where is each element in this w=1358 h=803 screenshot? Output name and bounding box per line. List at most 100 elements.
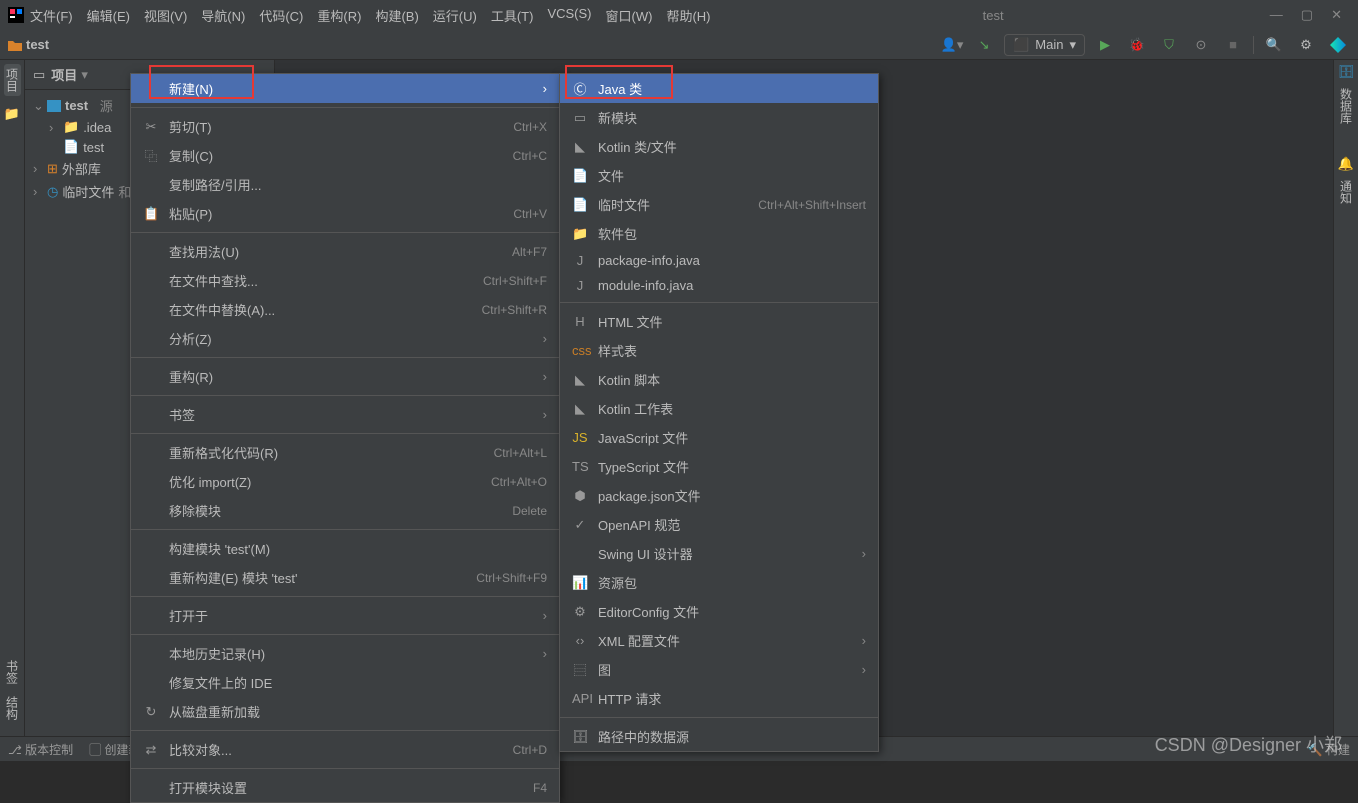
folder-tab-icon[interactable]: 📁 — [4, 106, 20, 122]
new-xml-config[interactable]: ‹›XML 配置文件› — [560, 626, 878, 655]
folder-icon: 📁 — [63, 119, 79, 135]
new-scratch[interactable]: 📄临时文件Ctrl+Alt+Shift+Insert — [560, 190, 878, 219]
menu-tools[interactable]: 工具(T) — [485, 2, 540, 29]
file-icon: 📄 — [63, 139, 79, 155]
search-icon[interactable]: 🔍 — [1262, 33, 1286, 57]
new-kotlin-script[interactable]: ◣Kotlin 脚本 — [560, 365, 878, 394]
stop-icon: ⬛ — [1013, 37, 1029, 53]
chevron-down-icon: ▾ — [1069, 37, 1076, 53]
new-package-info[interactable]: Jpackage-info.java — [560, 248, 878, 273]
module-icon — [47, 100, 61, 112]
ctx-repair-ide[interactable]: 修复文件上的 IDE — [131, 668, 559, 697]
menu-refactor[interactable]: 重构(R) — [311, 2, 367, 29]
ctx-open-in[interactable]: 打开于› — [131, 601, 559, 630]
settings-gear-icon[interactable]: ⚙ — [1294, 33, 1318, 57]
ctx-replace-in-files[interactable]: 在文件中替换(A)...Ctrl+Shift+R — [131, 295, 559, 324]
new-file[interactable]: 📄文件 — [560, 161, 878, 190]
status-vcs[interactable]: ⎇ 版本控制 — [8, 741, 73, 758]
new-image[interactable]: ⿳图› — [560, 655, 878, 684]
structure-tab[interactable]: 结构 — [4, 692, 21, 724]
ctx-delete-module[interactable]: 移除模块Delete — [131, 496, 559, 525]
ctx-reload-disk[interactable]: ↻从磁盘重新加载 — [131, 697, 559, 726]
new-resource-bundle[interactable]: 📊资源包 — [560, 568, 878, 597]
new-datasource[interactable]: 🗄路径中的数据源 — [560, 722, 878, 751]
watermark: CSDN @Designer 小郑 — [1155, 731, 1342, 757]
menu-navigate[interactable]: 导航(N) — [195, 2, 251, 29]
new-stylesheet[interactable]: css样式表 — [560, 336, 878, 365]
new-module-info[interactable]: Jmodule-info.java — [560, 273, 878, 298]
toolbox-icon[interactable] — [1326, 33, 1350, 57]
ctx-bookmark[interactable]: 书签› — [131, 400, 559, 429]
scratch-icon: ◷ — [47, 184, 58, 200]
menu-run[interactable]: 运行(U) — [427, 2, 483, 29]
new-openapi[interactable]: ✓OpenAPI 规范 — [560, 510, 878, 539]
menu-file[interactable]: 文件(F) — [24, 2, 79, 29]
stop-button-icon[interactable]: ■ — [1221, 33, 1245, 57]
ctx-new[interactable]: 新建(N)› — [131, 74, 559, 103]
menu-build[interactable]: 构建(B) — [369, 2, 424, 29]
run-icon[interactable]: ▶ — [1093, 33, 1117, 57]
new-module[interactable]: ▭新模块 — [560, 103, 878, 132]
hammer-build-icon[interactable]: ↘ — [972, 33, 996, 57]
breadcrumb[interactable]: test — [8, 37, 49, 52]
library-icon: ⊞ — [47, 161, 58, 177]
new-kotlin-worksheet[interactable]: ◣Kotlin 工作表 — [560, 394, 878, 423]
ctx-module-settings[interactable]: 打开模块设置F4 — [131, 773, 559, 802]
ctx-find-in-files[interactable]: 在文件中查找...Ctrl+Shift+F — [131, 266, 559, 295]
ctx-local-history[interactable]: 本地历史记录(H)› — [131, 639, 559, 668]
ctx-cut[interactable]: ✂剪切(T)Ctrl+X — [131, 112, 559, 141]
ctx-copy-path[interactable]: 复制路径/引用... — [131, 170, 559, 199]
menu-help[interactable]: 帮助(H) — [660, 2, 716, 29]
ctx-rebuild-module[interactable]: 重新构建(E) 模块 'test'Ctrl+Shift+F9 — [131, 563, 559, 592]
project-view-icon: ▭ — [33, 67, 45, 83]
menu-view[interactable]: 视图(V) — [138, 2, 193, 29]
breadcrumb-root: test — [26, 37, 49, 52]
ctx-reformat[interactable]: 重新格式化代码(R)Ctrl+Alt+L — [131, 438, 559, 467]
database-icon[interactable]: 🗄 — [1338, 64, 1355, 80]
ctx-refactor[interactable]: 重构(R)› — [131, 362, 559, 391]
database-tab[interactable]: 数据库 — [1338, 84, 1355, 128]
new-java-class[interactable]: ⒸJava 类 — [560, 74, 878, 103]
new-http-request[interactable]: APIHTTP 请求 — [560, 684, 878, 713]
new-editorconfig[interactable]: ⚙EditorConfig 文件 — [560, 597, 878, 626]
ctx-paste[interactable]: 📋粘贴(P)Ctrl+V — [131, 199, 559, 228]
run-config-selector[interactable]: ⬛ Main ▾ — [1004, 34, 1085, 56]
new-kotlin-class[interactable]: ◣Kotlin 类/文件 — [560, 132, 878, 161]
ctx-compare[interactable]: ⇄比较对象...Ctrl+D — [131, 735, 559, 764]
profiler-icon[interactable]: ⊙ — [1189, 33, 1213, 57]
coverage-icon[interactable]: ⛉ — [1157, 33, 1181, 57]
new-html[interactable]: HHTML 文件 — [560, 307, 878, 336]
new-swing[interactable]: Swing UI 设计器› — [560, 539, 878, 568]
menu-edit[interactable]: 编辑(E) — [81, 2, 136, 29]
menu-window[interactable]: 窗口(W) — [600, 2, 659, 29]
menu-code[interactable]: 代码(C) — [253, 2, 309, 29]
bookmarks-tab[interactable]: 书签 — [4, 656, 21, 688]
notifications-tab[interactable]: 通知 — [1338, 176, 1355, 208]
app-logo-icon — [8, 7, 24, 23]
project-tab[interactable]: 项目 — [4, 64, 21, 96]
ctx-build-module[interactable]: 构建模块 'test'(M) — [131, 534, 559, 563]
ctx-copy[interactable]: ⿻复制(C)Ctrl+C — [131, 141, 559, 170]
close-button[interactable]: ✕ — [1331, 7, 1342, 23]
chevron-down-icon[interactable]: ▾ — [81, 67, 88, 83]
ctx-analyze[interactable]: 分析(Z)› — [131, 324, 559, 353]
menubar: 文件(F) 编辑(E) 视图(V) 导航(N) 代码(C) 重构(R) 构建(B… — [24, 2, 716, 29]
maximize-button[interactable]: ▢ — [1301, 7, 1313, 23]
titlebar: 文件(F) 编辑(E) 视图(V) 导航(N) 代码(C) 重构(R) 构建(B… — [0, 0, 1358, 30]
menu-vcs[interactable]: VCS(S) — [541, 2, 597, 29]
context-menu-main: 新建(N)› ✂剪切(T)Ctrl+X ⿻复制(C)Ctrl+C 复制路径/引用… — [130, 73, 560, 803]
debug-icon[interactable]: 🐞 — [1125, 33, 1149, 57]
left-tool-strip: 项目 📁 书签 结构 — [0, 60, 25, 736]
ctx-find-usage[interactable]: 查找用法(U)Alt+F7 — [131, 237, 559, 266]
project-panel-title: 项目 — [51, 65, 77, 84]
ctx-optimize-imports[interactable]: 优化 import(Z)Ctrl+Alt+O — [131, 467, 559, 496]
minimize-button[interactable]: — — [1270, 7, 1283, 23]
new-package[interactable]: 📁软件包 — [560, 219, 878, 248]
context-menu-new: ⒸJava 类 ▭新模块 ◣Kotlin 类/文件 📄文件 📄临时文件Ctrl+… — [559, 73, 879, 752]
window-title: test — [716, 8, 1269, 23]
user-icon[interactable]: 👤▾ — [940, 33, 964, 57]
new-javascript[interactable]: JSJavaScript 文件 — [560, 423, 878, 452]
new-typescript[interactable]: TSTypeScript 文件 — [560, 452, 878, 481]
bell-icon[interactable]: 🔔 — [1338, 156, 1354, 172]
new-package-json[interactable]: ⬢package.json文件 — [560, 481, 878, 510]
